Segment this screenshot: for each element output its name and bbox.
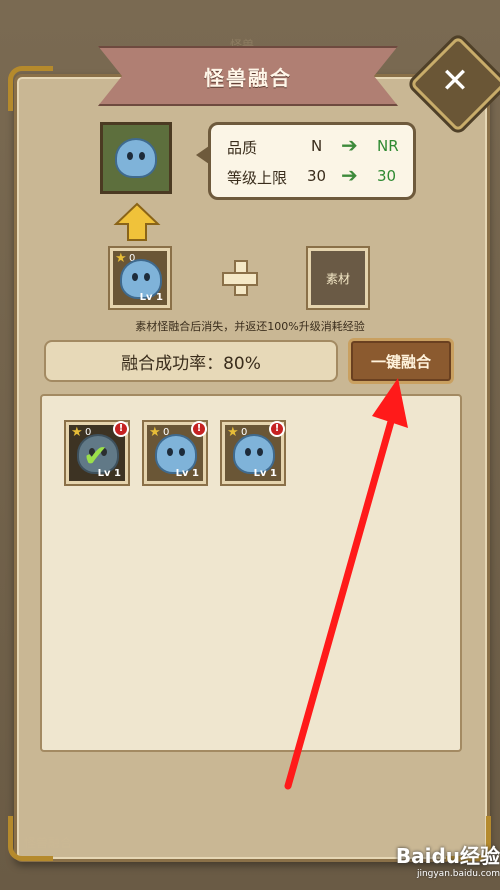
watermark-url: jingyan.baidu.com [416,869,500,879]
pointer-arrow-annotation [284,378,408,790]
watermark: Baidu经验 jingyan.baidu.com [380,840,500,879]
background-bottom-label: 怪兽融合 [24,836,73,850]
watermark-brand: Baidu经验 [395,844,500,868]
